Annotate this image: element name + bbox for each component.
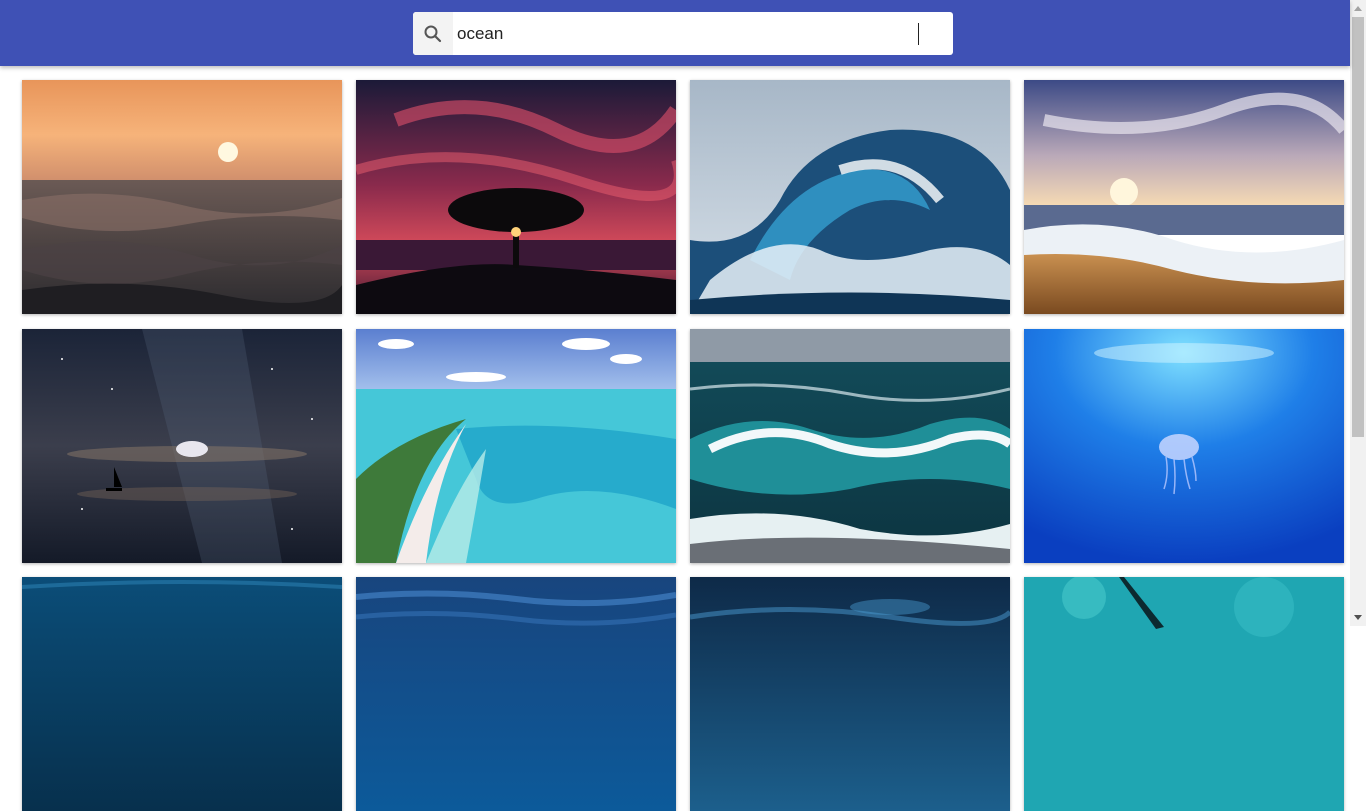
- image-card-deep-blue-2[interactable]: [356, 577, 676, 811]
- image-card-sunset-waves[interactable]: [22, 80, 342, 314]
- image-card-tropical-lagoon[interactable]: [356, 329, 676, 563]
- image-card-tree-red-sky[interactable]: [356, 80, 676, 314]
- scroll-down-arrow-icon[interactable]: [1354, 615, 1362, 620]
- vertical-scrollbar[interactable]: [1350, 0, 1366, 626]
- image-card-turquoise-reef[interactable]: [1024, 577, 1344, 811]
- text-caret: [918, 23, 919, 45]
- scrollbar-thumb[interactable]: [1352, 17, 1364, 437]
- image-card-stormy-sea[interactable]: [690, 577, 1010, 811]
- search-input[interactable]: [453, 13, 927, 54]
- app-bar: [0, 0, 1350, 66]
- search-icon[interactable]: [413, 12, 453, 55]
- search-box[interactable]: [413, 12, 953, 55]
- image-card-night-sailboat[interactable]: [22, 329, 342, 563]
- image-card-deep-blue-1[interactable]: [22, 577, 342, 811]
- image-card-curling-wave[interactable]: [690, 80, 1010, 314]
- image-card-green-waves[interactable]: [690, 329, 1010, 563]
- scroll-up-arrow-icon[interactable]: [1354, 6, 1362, 11]
- image-card-beach-sunrise[interactable]: [1024, 80, 1344, 314]
- image-card-jellyfish-blue[interactable]: [1024, 329, 1344, 563]
